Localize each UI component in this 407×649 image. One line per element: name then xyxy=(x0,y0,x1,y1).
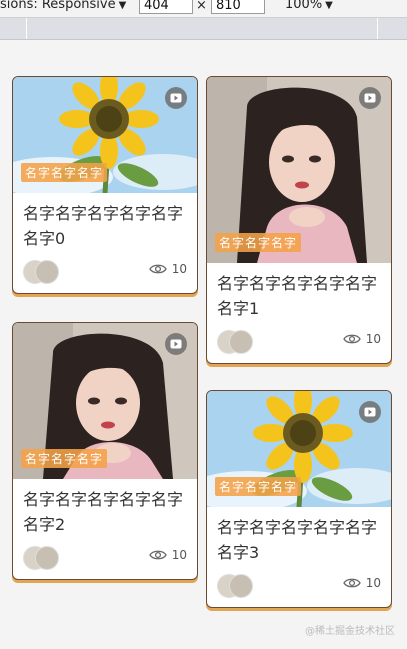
view-count-value: 10 xyxy=(171,548,187,562)
avatar xyxy=(35,546,59,570)
watermark: @稀土掘金技术社区 xyxy=(305,626,395,637)
avatar-group xyxy=(23,546,63,570)
card-title[interactable]: 名字名字名字名字名字名字1 xyxy=(207,263,391,323)
card-title[interactable]: 名字名字名字名字名字名字3 xyxy=(207,507,391,567)
avatar-group xyxy=(23,260,63,284)
view-count-value: 10 xyxy=(365,576,381,590)
eye-icon xyxy=(342,334,361,344)
video-card[interactable]: 名字名字名字 名字名字名字名字名字名字0 10 xyxy=(12,76,198,294)
avatar-group xyxy=(217,330,257,354)
card-meta: 10 xyxy=(207,567,391,607)
card-meta: 10 xyxy=(13,253,197,293)
view-count: 10 xyxy=(148,548,187,562)
card-image: 名字名字名字 xyxy=(13,77,197,193)
caret-down-icon: ▼ xyxy=(118,0,127,11)
category-tag: 名字名字名字 xyxy=(215,477,302,496)
view-count: 10 xyxy=(342,332,381,346)
category-tag: 名字名字名字 xyxy=(21,163,108,182)
video-card[interactable]: 名字名字名字 名字名字名字名字名字名字1 10 xyxy=(206,76,392,364)
video-card[interactable]: 名字名字名字 名字名字名字名字名字名字2 10 xyxy=(12,322,198,580)
eye-icon xyxy=(342,578,361,588)
card-image: 名字名字名字 xyxy=(13,323,197,479)
avatar-group xyxy=(217,574,257,598)
page-viewport: 名字名字名字 名字名字名字名字名字名字0 10 名字名字名字 名字名字名字名字名… xyxy=(0,40,407,649)
device-mode-label: sions: Responsive xyxy=(0,0,116,12)
play-video-icon[interactable] xyxy=(165,333,187,355)
category-tag: 名字名字名字 xyxy=(21,449,108,468)
avatar xyxy=(35,260,59,284)
avatar xyxy=(229,330,253,354)
device-mode-select[interactable]: sions: Responsive ▼ xyxy=(0,0,126,12)
category-tag: 名字名字名字 xyxy=(215,233,302,252)
card-image: 名字名字名字 xyxy=(207,77,391,263)
card-meta: 10 xyxy=(13,539,197,579)
eye-icon xyxy=(148,550,167,560)
view-count: 10 xyxy=(342,576,381,590)
view-count-value: 10 xyxy=(171,262,187,276)
card-meta: 10 xyxy=(207,323,391,363)
card-title[interactable]: 名字名字名字名字名字名字0 xyxy=(13,193,197,253)
card-title[interactable]: 名字名字名字名字名字名字2 xyxy=(13,479,197,539)
viewport-width-input[interactable] xyxy=(139,0,193,14)
play-video-icon[interactable] xyxy=(165,87,187,109)
avatar xyxy=(229,574,253,598)
eye-icon xyxy=(148,264,167,274)
devtools-toolbar: sions: Responsive▼ × 100%▼ xyxy=(0,0,407,18)
viewport-height-input[interactable] xyxy=(211,0,265,14)
view-count: 10 xyxy=(148,262,187,276)
media-query-segment[interactable] xyxy=(27,18,378,39)
zoom-label: 100% xyxy=(285,0,323,12)
card-image: 名字名字名字 xyxy=(207,391,391,507)
dimension-separator: × xyxy=(196,0,207,13)
play-video-icon[interactable] xyxy=(359,87,381,109)
zoom-select[interactable]: 100% ▼ xyxy=(285,0,333,12)
media-query-segment[interactable] xyxy=(0,18,27,39)
media-query-bar[interactable] xyxy=(0,18,407,40)
view-count-value: 10 xyxy=(365,332,381,346)
video-card[interactable]: 名字名字名字 名字名字名字名字名字名字3 10 xyxy=(206,390,392,608)
caret-down-icon: ▼ xyxy=(325,0,333,11)
play-video-icon[interactable] xyxy=(359,401,381,423)
